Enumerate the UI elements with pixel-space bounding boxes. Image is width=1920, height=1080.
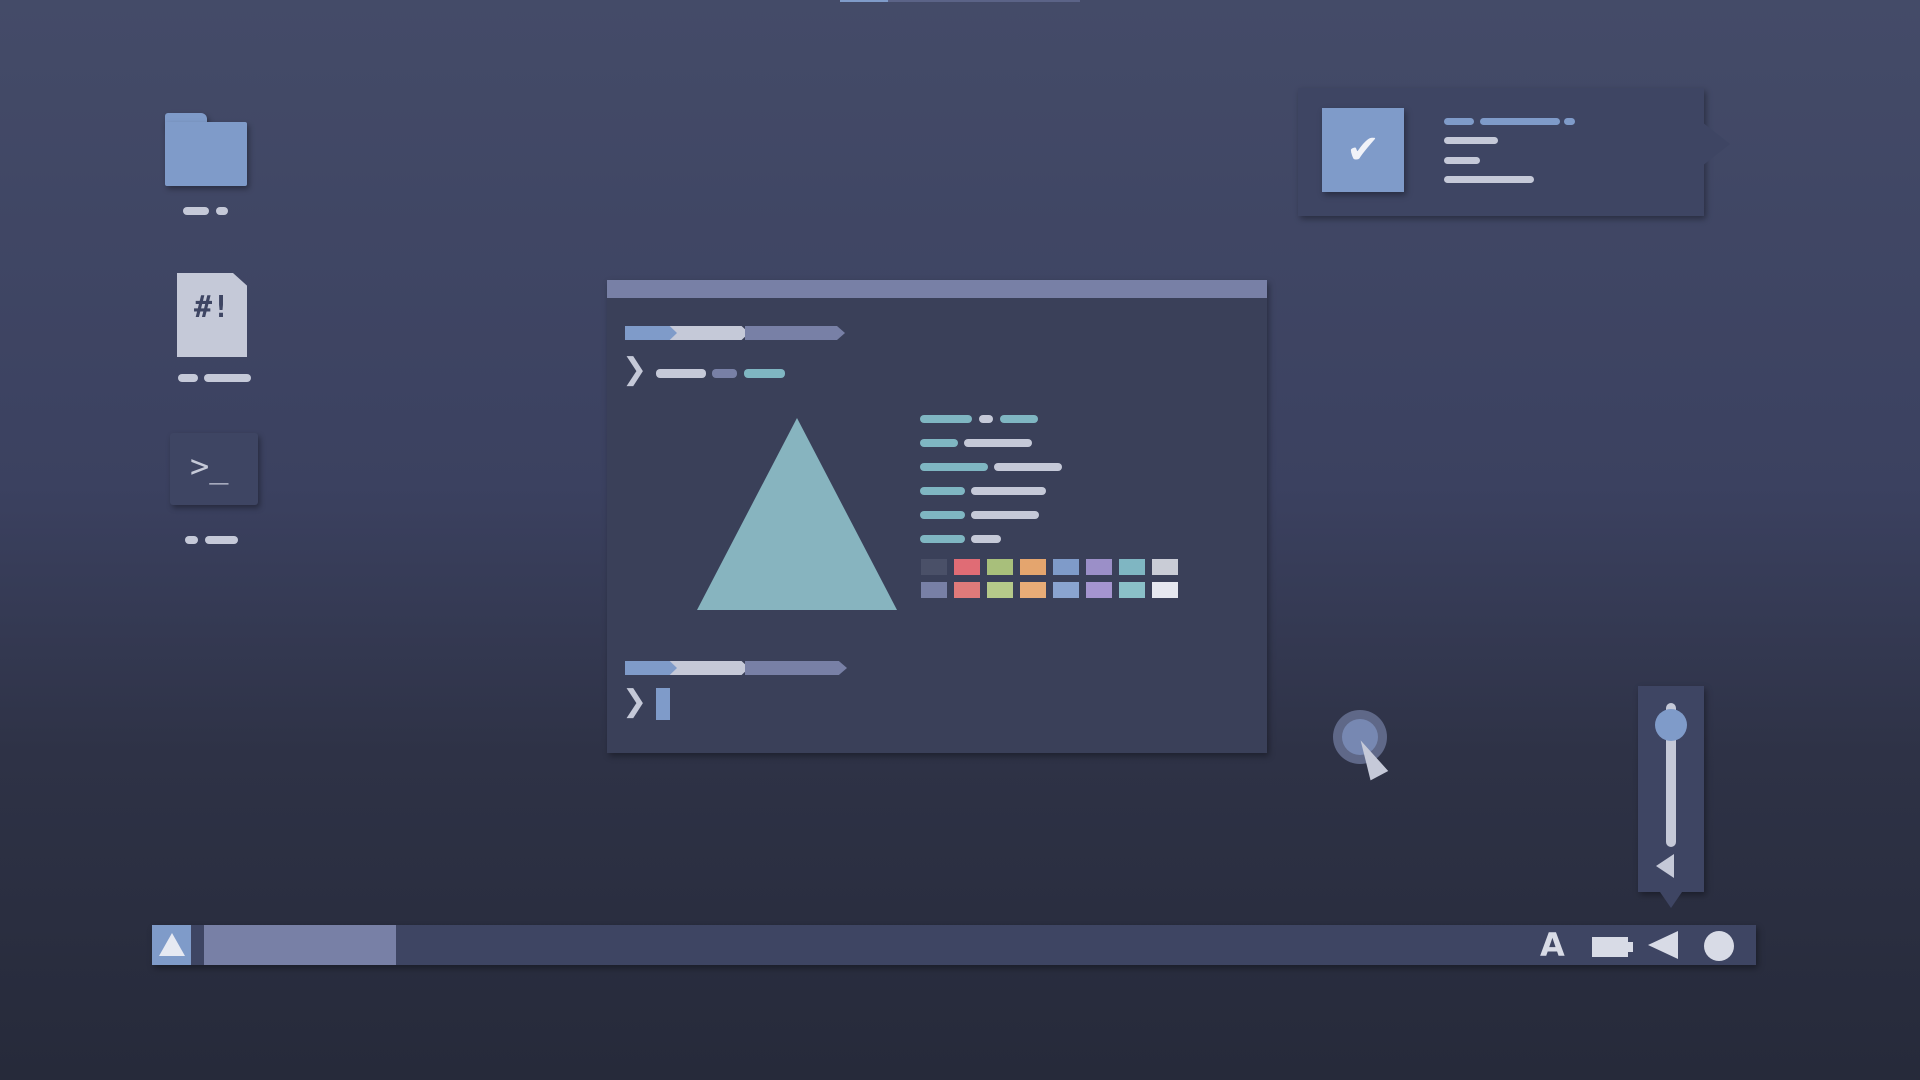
- info-value-placeholder: [1000, 415, 1038, 423]
- terminal-label-placeholder: [185, 536, 198, 544]
- text-cursor[interactable]: [656, 688, 670, 720]
- volume-popup-pointer: [1660, 892, 1682, 908]
- script-label-placeholder: [204, 374, 251, 382]
- battery-icon[interactable]: [1592, 937, 1633, 957]
- terminal-label-placeholder: [205, 536, 238, 544]
- info-value-placeholder: [994, 463, 1062, 471]
- palette-swatch: [1119, 559, 1145, 575]
- top-edge-indicator-active: [840, 0, 888, 2]
- info-key-placeholder: [920, 415, 972, 423]
- palette-swatch: [954, 559, 980, 575]
- palette-swatch: [987, 559, 1013, 575]
- palette-swatch: [1020, 559, 1046, 575]
- distro-logo-triangle: [697, 418, 897, 610]
- check-icon: ✔: [1322, 108, 1404, 192]
- notification-body-placeholder: [1444, 157, 1480, 164]
- palette-swatch: [1086, 559, 1112, 575]
- notification-body-placeholder: [1444, 176, 1534, 183]
- command-placeholder: [656, 369, 706, 378]
- info-value-placeholder: [971, 535, 1001, 543]
- palette-swatch: [1053, 582, 1079, 598]
- script-file-glyph: #!: [193, 290, 231, 325]
- terminal-titlebar[interactable]: [607, 280, 1267, 298]
- palette-swatch: [987, 582, 1013, 598]
- folder-label-placeholder: [216, 207, 228, 215]
- palette-swatch: [954, 582, 980, 598]
- info-value-placeholder: [971, 511, 1039, 519]
- speaker-icon: [1656, 854, 1674, 878]
- notification-pointer: [1702, 122, 1730, 166]
- info-key-placeholder: [920, 511, 965, 519]
- notification-title-placeholder: [1480, 118, 1560, 125]
- palette-swatch: [1119, 582, 1145, 598]
- script-label-placeholder: [178, 374, 198, 382]
- prompt-chevron-icon: ❯: [622, 352, 648, 387]
- info-value-placeholder: [979, 415, 993, 423]
- triangle-icon: [159, 933, 185, 956]
- info-value-placeholder: [971, 487, 1046, 495]
- volume-icon[interactable]: [1648, 931, 1678, 959]
- prompt-chevron-icon: ❯: [622, 684, 648, 719]
- breadcrumb-segment-3: [745, 661, 847, 675]
- info-key-placeholder: [920, 463, 988, 471]
- keyboard-layout-icon[interactable]: A: [1540, 926, 1565, 964]
- notification-title-placeholder: [1564, 118, 1575, 125]
- taskbar-window-button[interactable]: [204, 925, 396, 965]
- info-key-placeholder: [920, 439, 958, 447]
- breadcrumb-segment-3: [745, 326, 845, 340]
- palette-swatch: [1152, 559, 1178, 575]
- palette-swatch: [1152, 582, 1178, 598]
- command-placeholder: [712, 369, 737, 378]
- volume-slider-handle[interactable]: [1655, 709, 1687, 741]
- palette-swatch: [921, 582, 947, 598]
- folder-icon: [165, 122, 247, 186]
- palette-swatch: [1020, 582, 1046, 598]
- palette-swatch: [1053, 559, 1079, 575]
- terminal-icon: >_: [170, 433, 258, 505]
- breadcrumb-segment-1: [625, 326, 677, 340]
- info-value-placeholder: [964, 439, 1032, 447]
- palette-swatch: [1086, 582, 1112, 598]
- notification-title-placeholder: [1444, 118, 1474, 125]
- info-key-placeholder: [920, 487, 965, 495]
- info-key-placeholder: [920, 535, 965, 543]
- folder-label-placeholder: [183, 207, 209, 215]
- breadcrumb-segment-1: [625, 661, 677, 675]
- palette-swatch: [921, 559, 947, 575]
- power-icon[interactable]: [1704, 931, 1734, 961]
- terminal-prompt-glyph: >_: [190, 447, 229, 485]
- command-placeholder: [744, 369, 785, 378]
- notification-body-placeholder: [1444, 137, 1498, 144]
